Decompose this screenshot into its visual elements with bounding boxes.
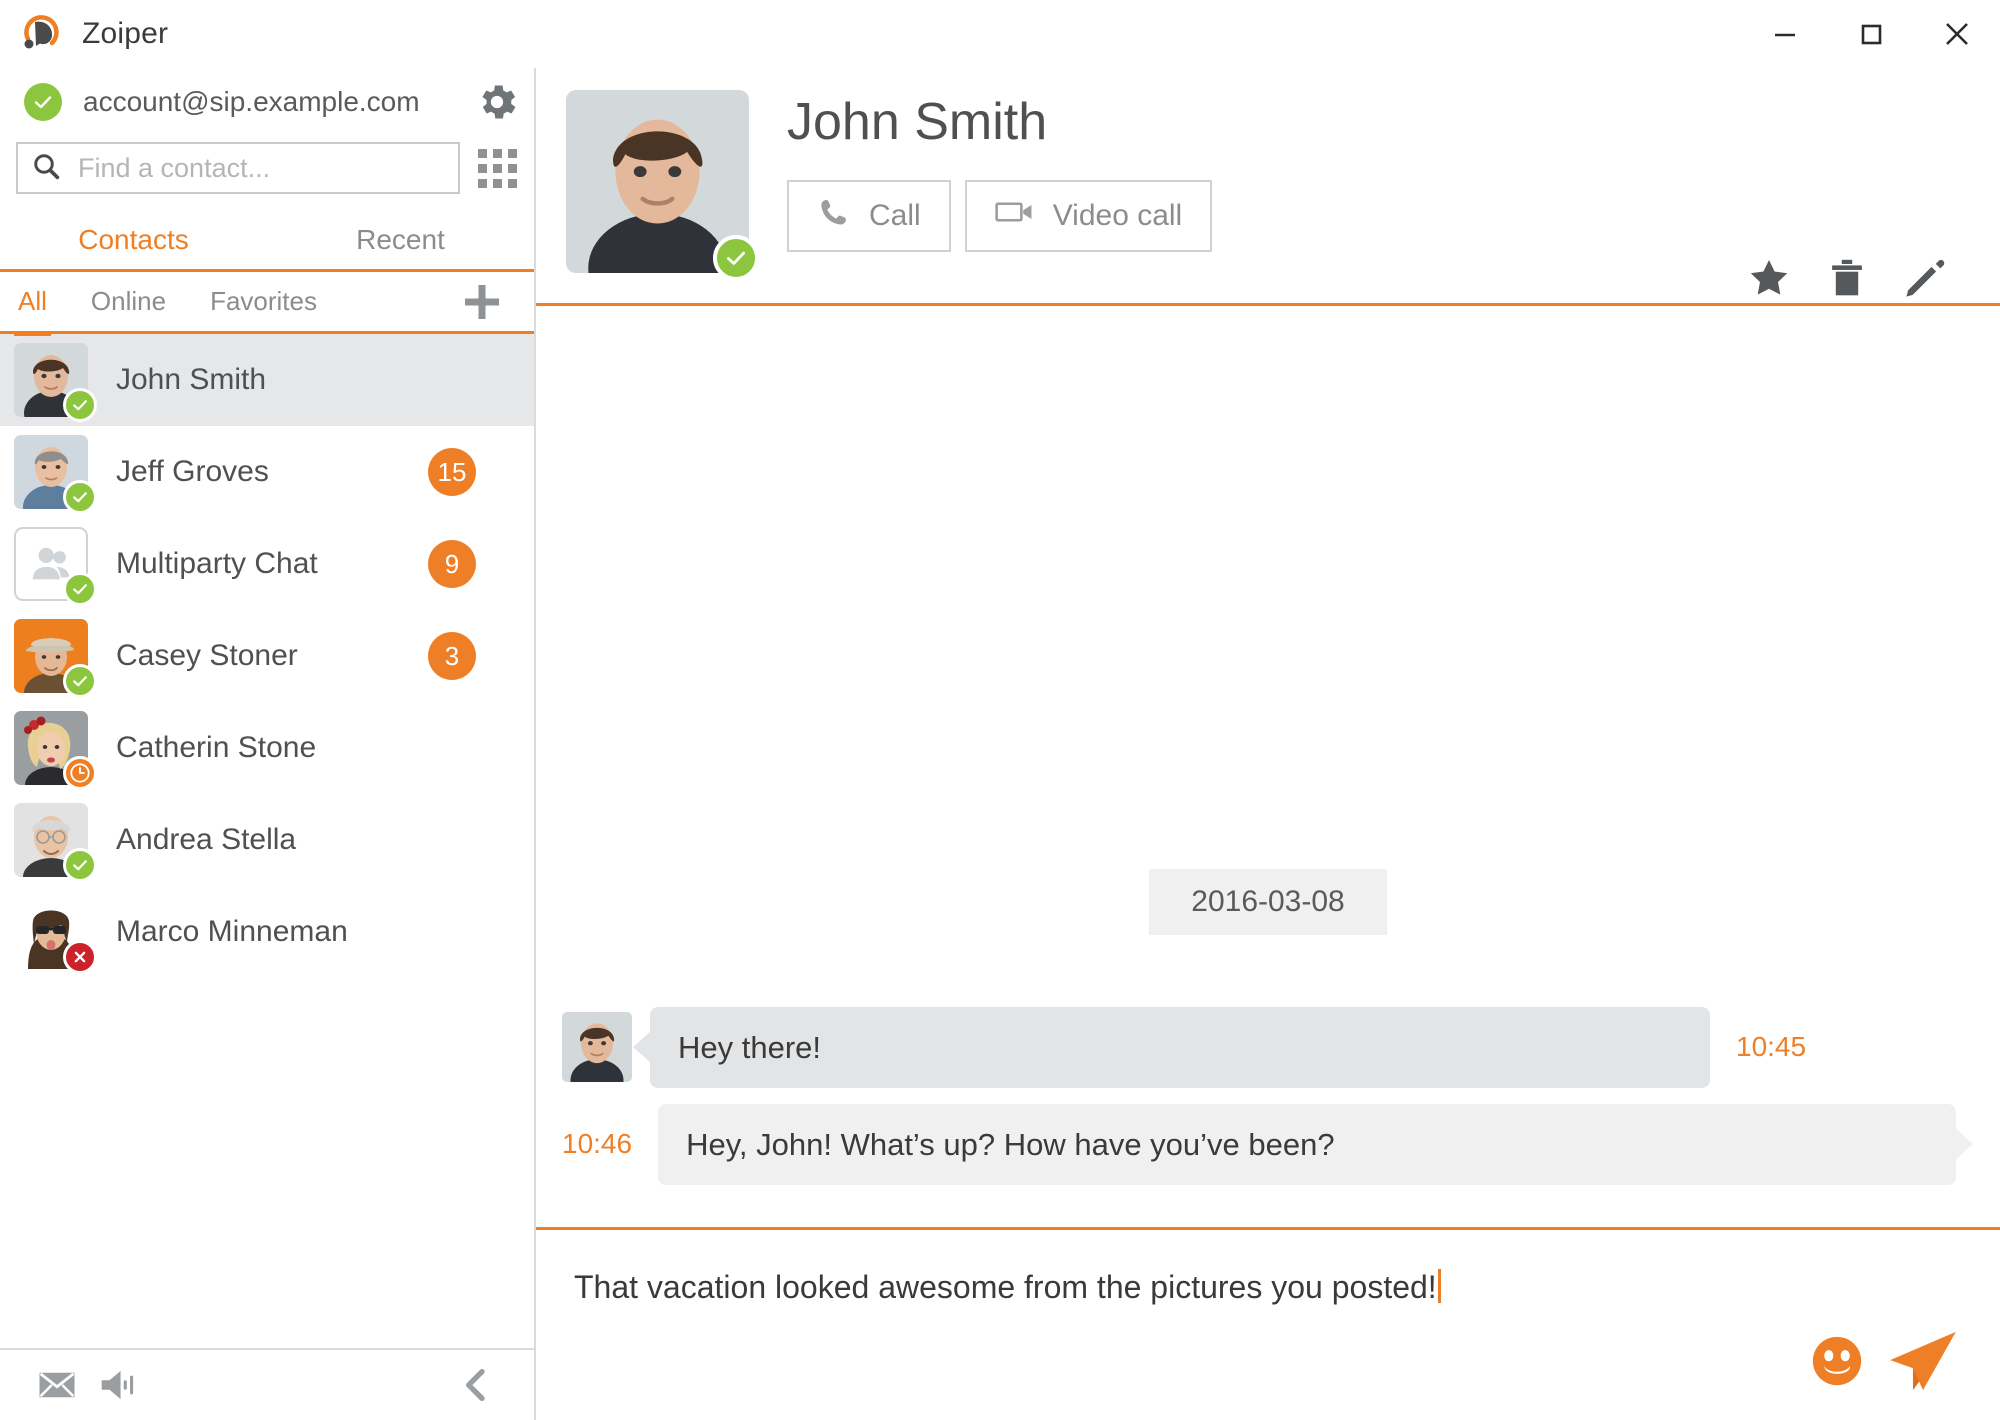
search-row [0,136,534,200]
chevron-left-icon[interactable] [446,1354,508,1416]
filter-tab-favorites[interactable]: Favorites [210,271,317,333]
video-call-button-label: Video call [1052,199,1183,232]
contact-row-john-smith[interactable]: John Smith [0,334,534,426]
contact-name: Andrea Stella [116,823,297,856]
contact-row-catherin-stone[interactable]: Catherin Stone [0,702,534,794]
avatar [14,619,97,698]
contact-name: Casey Stoner [116,639,298,672]
send-paper-plane-icon[interactable] [1880,1318,1966,1404]
maximize-button[interactable] [1828,0,1914,68]
unread-count-badge: 15 [428,448,476,496]
smiley-icon[interactable] [1794,1318,1880,1404]
sidebar-footer [0,1348,534,1420]
call-button-label: Call [869,199,921,232]
contact-header-info: John Smith Call Video call [787,90,1213,252]
contact-list: John Smith Jeff Groves 15 Multiparty Cha… [0,334,534,1348]
minimize-button[interactable] [1742,0,1828,68]
window-controls [1742,0,2000,68]
avatar [14,435,97,514]
search-box[interactable] [16,142,460,194]
tab-contacts[interactable]: Contacts [0,210,267,269]
envelope-icon[interactable] [26,1354,88,1416]
contact-row-andrea-stella[interactable]: Andrea Stella [0,794,534,886]
close-button[interactable] [1914,0,2000,68]
gear-icon[interactable] [460,68,534,136]
video-call-button[interactable]: Video call [964,180,1213,252]
title-bar: Zoiper [0,0,2000,68]
avatar [14,343,97,422]
zoiper-logo-icon [20,12,64,56]
phone-icon [817,195,851,237]
zoiper-window: Zoiper account@sip.example.com Find a co… [0,0,2000,1420]
conversation-header: John Smith Call Video call [536,68,2000,306]
app-body: account@sip.example.com Find a contact..… [0,68,2000,1420]
date-separator: 2016-03-08 [1149,868,1387,935]
contact-name: Marco Minneman [116,915,348,948]
conversation-pane: John Smith Call Video call 2016-03-08 He… [536,68,2000,1420]
message-time: 10:45 [1736,1031,1807,1063]
main-tabs: Contacts Recent [0,210,534,272]
contact-name: Multiparty Chat [116,547,318,580]
message-row-incoming: Hey there! 10:45 [536,1006,2000,1088]
avatar [14,711,97,790]
dialpad-grid-icon[interactable] [460,136,534,200]
composer-actions [1794,1318,1966,1404]
composer-value: That vacation looked awesome from the pi… [574,1269,1437,1305]
contact-row-jeff-groves[interactable]: Jeff Groves 15 [0,426,534,518]
unread-count-badge: 9 [428,540,476,588]
contact-name: Catherin Stone [116,731,317,764]
sidebar: account@sip.example.com Find a contact..… [0,68,536,1420]
contact-name: John Smith [116,363,267,396]
status-online-icon [63,388,97,422]
page-title: John Smith [787,93,1048,151]
account-status-online-icon [24,83,62,121]
contact-row-marco-minneman[interactable]: Marco Minneman [0,886,534,978]
unread-count-badge: 3 [428,632,476,680]
message-list: 2016-03-08 Hey there! 10:45 10:46 Hey, J… [536,306,2000,1230]
search-input[interactable] [78,152,446,184]
message-time: 10:46 [562,1128,633,1160]
message-composer[interactable]: That vacation looked awesome from the pi… [536,1230,2000,1420]
status-online-icon [63,480,97,514]
message-bubble: Hey there! [650,1006,1710,1088]
message-avatar [562,1012,632,1083]
message-bubble: Hey, John! What’s up? How have you’ve be… [658,1103,1956,1185]
status-online-icon [63,664,97,698]
contact-row-casey-stoner[interactable]: Casey Stoner 3 [0,610,534,702]
status-online-icon [63,848,97,882]
composer-input[interactable]: That vacation looked awesome from the pi… [574,1268,1970,1306]
speaker-icon[interactable] [88,1354,150,1416]
account-name: account@sip.example.com [83,86,420,117]
status-online-icon [713,235,759,281]
call-actions: Call Video call [787,180,1213,252]
call-button[interactable]: Call [787,180,951,252]
filter-tab-all[interactable]: All [14,271,51,336]
account-row[interactable]: account@sip.example.com [0,68,534,136]
status-away-icon [63,756,97,790]
filter-tabs: All Online Favorites [0,271,534,336]
add-contact-plus-icon[interactable] [458,278,506,326]
avatar [14,803,97,882]
app-title: Zoiper [82,17,169,50]
video-camera-icon [995,197,1035,235]
filter-tab-online[interactable]: Online [91,271,166,333]
contact-avatar [566,90,759,281]
search-icon [30,150,62,187]
contact-name: Jeff Groves [116,455,269,488]
status-offline-icon [63,940,97,974]
avatar [14,527,97,606]
avatar [14,895,97,974]
message-row-outgoing: 10:46 Hey, John! What’s up? How have you… [536,1103,2000,1185]
contact-row-multiparty-chat[interactable]: Multiparty Chat 9 [0,518,534,610]
tab-recent[interactable]: Recent [267,210,534,269]
status-online-icon [63,572,97,606]
text-caret [1437,1269,1441,1303]
